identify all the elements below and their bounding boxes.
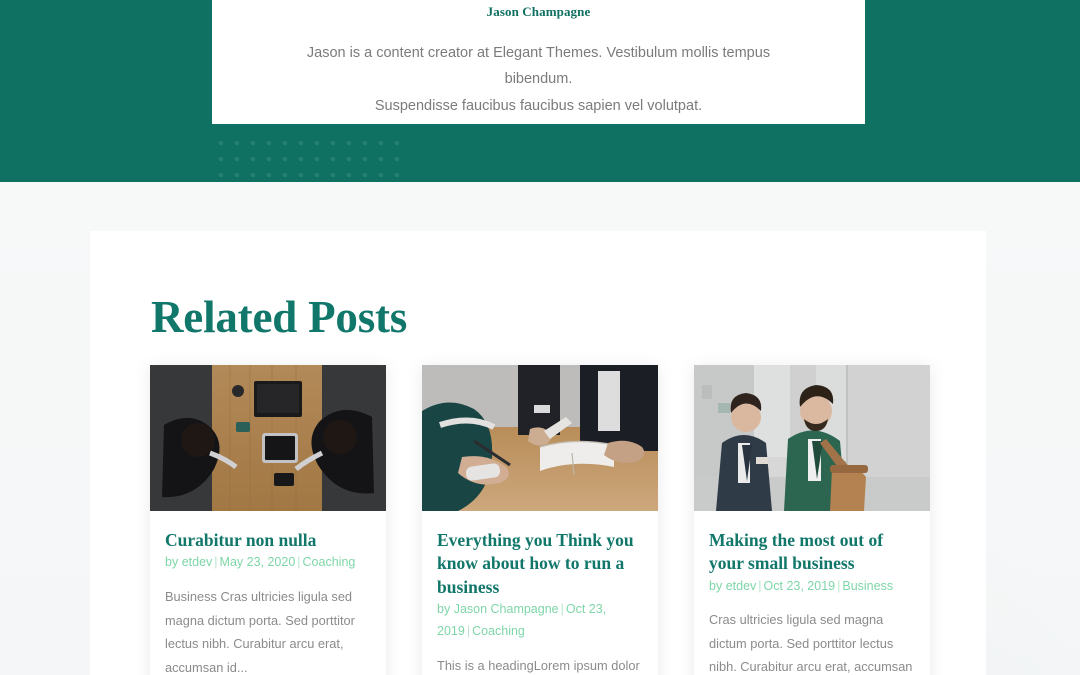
post-title-link[interactable]: Making the most out of your small busine… (709, 530, 883, 573)
post-author-prefix: by (165, 555, 182, 570)
post-category-link[interactable]: Business (842, 579, 893, 593)
meta-separator: | (214, 555, 218, 570)
testimonial-author-name: Jason Champagne (486, 4, 591, 19)
post-category-link[interactable]: Coaching (472, 624, 525, 638)
overhead-desk-meeting-image (150, 365, 386, 511)
meta-separator: | (560, 601, 564, 616)
post-date: Oct 23, 2019 (763, 578, 836, 593)
post-card-body: Everything you Think you know about how … (422, 511, 658, 675)
post-meta: by etdev | Oct 23, 2019 | Business (709, 576, 915, 598)
two-businessmen-walking-street-image (694, 365, 930, 511)
testimonial-line-2: Suspendisse faucibus faucibus sapien vel… (374, 97, 703, 114)
meta-separator: | (297, 555, 301, 570)
post-card[interactable]: Everything you Think you know about how … (422, 365, 658, 675)
post-date: May 23, 2020 (219, 555, 296, 570)
post-author-prefix: by (437, 601, 454, 616)
page-title: Related Posts (151, 292, 408, 342)
post-card-body: Making the most out of your small busine… (694, 511, 930, 675)
post-meta: by Jason Champagne | Oct 23, 2019 | Coaching (437, 599, 643, 643)
related-posts-panel: Related Posts Curabitur non nulla by etd… (90, 231, 986, 675)
post-excerpt: Business Cras ultricies ligula sed magna… (165, 589, 355, 675)
post-card-body: Curabitur non nulla by etdev | May 23, 202… (150, 511, 386, 675)
testimonial-card: Jason Champagne Jason is a content creat… (212, 0, 865, 124)
meta-separator: | (466, 623, 471, 638)
post-card[interactable]: Making the most out of your small busine… (694, 365, 930, 675)
meta-separator: | (758, 578, 762, 593)
post-author-prefix: by (709, 578, 726, 593)
post-thumbnail-link[interactable] (694, 365, 930, 511)
dot-pattern-decoration (213, 133, 403, 182)
testimonial-text: Jason is a content creator at Elegant Th… (212, 40, 865, 119)
post-author-link[interactable]: etdev (182, 555, 213, 569)
post-excerpt: This is a headingLorem ipsum dolor sit (437, 657, 640, 673)
post-title-link[interactable]: Everything you Think you know about how … (437, 530, 634, 597)
post-category-link[interactable]: Coaching (303, 555, 356, 569)
hero-teal-band: Jason Champagne Jason is a content creat… (0, 0, 1080, 182)
related-posts-grid: Curabitur non nulla by etdev | May 23, 202… (150, 365, 932, 675)
post-author-link[interactable]: Jason Champagne (454, 602, 559, 616)
post-author-link[interactable]: etdev (726, 579, 757, 593)
post-thumbnail-link[interactable] (422, 365, 658, 511)
post-excerpt: Cras ultricies ligula sed magna dictum p… (709, 612, 913, 675)
testimonial-line-1: Jason is a content creator at Elegant Th… (306, 45, 771, 88)
signing-documents-meeting-image (422, 365, 658, 511)
post-thumbnail-link[interactable] (150, 365, 386, 511)
post-meta: by etdev | May 23, 2020 | Coaching (165, 552, 371, 574)
post-card[interactable]: Curabitur non nulla by etdev | May 23, 202… (150, 365, 386, 675)
post-title-link[interactable]: Curabitur non nulla (165, 530, 316, 550)
